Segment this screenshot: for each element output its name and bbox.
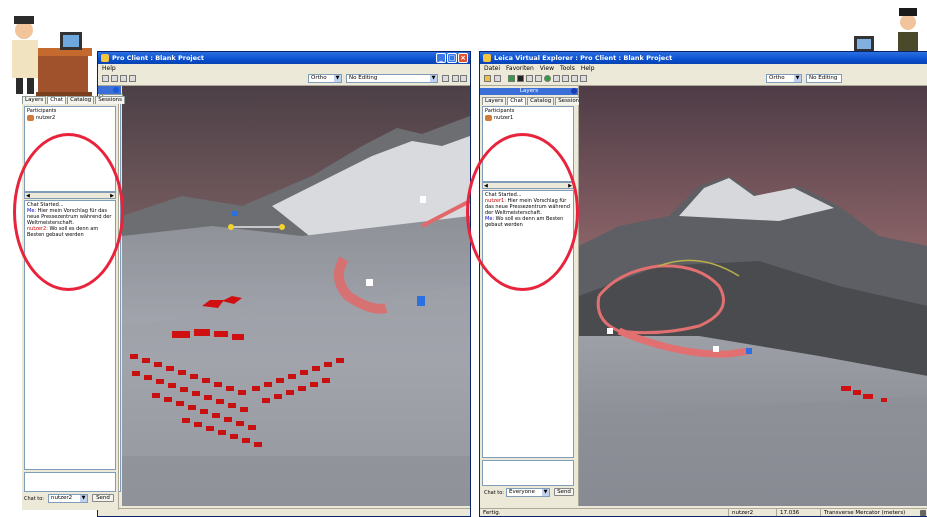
left-title-bar[interactable]: Pro Client : Blank Project _ □ × [98,52,470,64]
toolbar-tool-1-icon[interactable] [102,75,109,82]
left-app-window: Pro Client : Blank Project _ □ × Help Or… [97,51,471,517]
open-folder-icon[interactable] [484,75,491,82]
highlight-circle-left [13,133,124,291]
left-window-title: Pro Client : Blank Project [112,54,205,62]
layout-icon[interactable] [460,75,467,82]
participants-label: Participants [27,108,57,114]
print-icon[interactable] [562,75,569,82]
select-pointer-icon[interactable] [442,75,449,82]
view-mode-select[interactable]: Ortho ▼ [308,74,342,83]
chevron-down-icon: ▼ [794,75,801,82]
chevron-down-icon: ▼ [430,75,437,82]
tab-chat[interactable]: Chat [47,96,67,104]
status-value: 17.036 [776,509,820,516]
chat-to-select[interactable]: nutzer2 ▼ [48,494,88,503]
tab-catalog[interactable]: Catalog [67,96,95,104]
save-icon[interactable] [494,75,501,82]
right-toolbar: Ortho ▼ No Editing [480,73,927,86]
chat-input[interactable] [24,472,116,492]
right-window-title: Leica Virtual Explorer : Pro Client : Bl… [494,54,673,62]
window-icon[interactable] [580,75,587,82]
chat-to-select[interactable]: Everyone ▼ [506,488,550,497]
tab-catalog[interactable]: Catalog [527,97,555,105]
chat-input[interactable] [482,460,574,486]
menu-favoriten[interactable]: Favoriten [506,64,534,73]
toolbar-tool-4-icon[interactable] [129,75,136,82]
left-figurine-illustration [0,0,100,98]
left-toolbar: Ortho ▼ No Editing ▼ [98,73,470,86]
toolbar-tool-2-icon[interactable] [111,75,118,82]
toolbar-tool-3-icon[interactable] [120,75,127,82]
rectangle-tool-icon[interactable] [452,75,459,82]
status-projection: Transverse Mercator (meters) [820,509,916,516]
tab-layers[interactable]: Layers [482,97,507,105]
left-menu-bar: Help [98,64,470,73]
right-3d-viewport[interactable] [579,86,927,506]
chevron-down-icon: ▼ [80,495,87,502]
send-button[interactable]: Send [554,488,574,496]
menu-help[interactable]: Help [581,64,595,73]
chevron-down-icon: ▼ [334,75,341,82]
user-icon [485,115,492,121]
tab-chat[interactable]: Chat [507,97,527,105]
edit-mode-select[interactable]: No Editing ▼ [346,74,438,83]
participant-name: nutzer1 [494,115,514,121]
layers-icon[interactable] [508,75,515,82]
right-panel-header: Layers [480,88,578,95]
menu-help[interactable]: Help [102,64,116,73]
left-sidebar-tabs: Layers Chat Catalog Sessions [22,96,126,104]
edit-mode-select[interactable]: No Editing [806,74,842,83]
users-icon[interactable] [553,75,560,82]
right-menu-bar: Datei Favoriten View Tools Help [480,64,927,73]
grid-icon[interactable] [571,75,578,82]
highlight-circle-right [466,133,579,291]
close-icon[interactable]: × [458,53,468,63]
app-icon [101,54,109,62]
menu-datei[interactable]: Datei [484,64,500,73]
globe-icon[interactable] [544,75,551,82]
tab-layers[interactable]: Layers [22,96,47,104]
participant-row[interactable]: nutzer2 [25,115,115,121]
maximize-icon[interactable]: □ [447,53,457,63]
status-text: Fertig. [483,510,501,516]
menu-view[interactable]: View [540,64,554,73]
participants-label: Participants [485,108,515,114]
panel-help-icon[interactable] [571,88,577,94]
participant-name: nutzer2 [36,115,56,121]
right-panel-tabs: Layers Chat Catalog Sessions [482,97,586,105]
edit-icon[interactable] [526,75,533,82]
send-button[interactable]: Send [92,494,114,502]
right-title-bar[interactable]: Leica Virtual Explorer : Pro Client : Bl… [480,52,927,64]
menu-tools[interactable]: Tools [560,64,575,73]
panel-help-icon[interactable] [113,87,119,93]
speaker-icon[interactable] [920,510,926,516]
right-status-bar: Fertig. nutzer2 17.036 Transverse Mercat… [480,508,927,516]
app-icon [483,54,491,62]
user-icon [27,115,34,121]
right-app-window: Leica Virtual Explorer : Pro Client : Bl… [479,51,927,517]
left-3d-viewport[interactable] [122,86,470,506]
info-icon[interactable] [517,75,524,82]
status-user: nutzer2 [728,509,776,516]
minimize-icon[interactable]: _ [436,53,446,63]
tab-sessions[interactable]: Sessions [95,96,126,104]
view-mode-select[interactable]: Ortho ▼ [766,74,802,83]
chevron-down-icon: ▼ [542,489,549,496]
chat-to-label: Chat to: [24,496,44,502]
left-status-bar [98,508,470,516]
chat-to-label: Chat to: [484,490,504,496]
tools-icon[interactable] [535,75,542,82]
participant-row[interactable]: nutzer1 [483,115,573,121]
